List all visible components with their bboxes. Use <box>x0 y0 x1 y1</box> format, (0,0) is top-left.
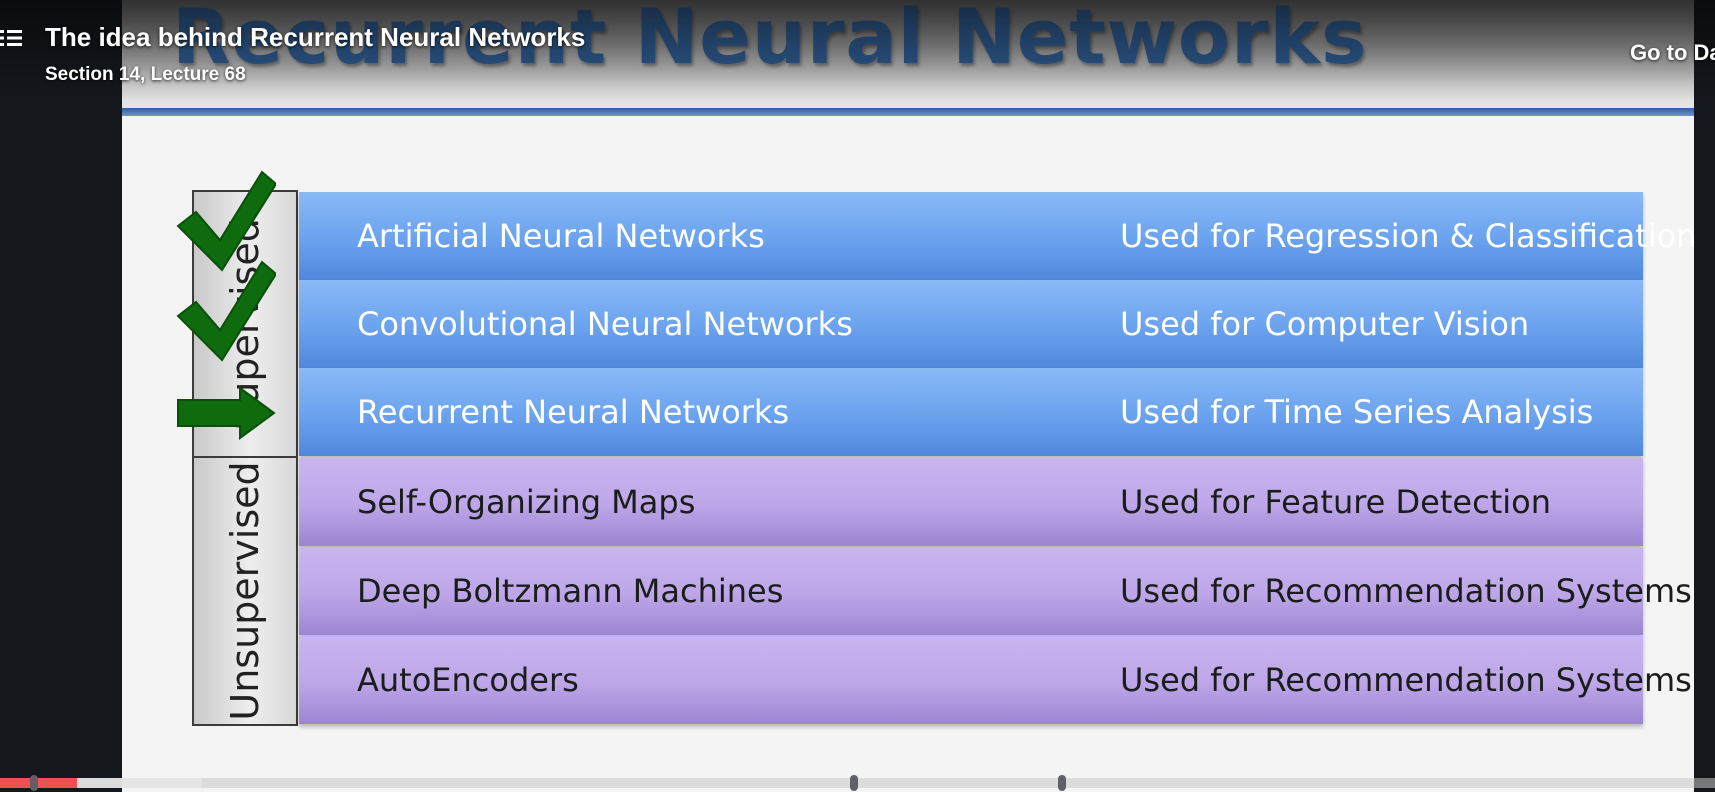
video-player[interactable]: Recurrent Neural Networks Supervised Uns… <box>0 0 1715 792</box>
lecture-slide: Recurrent Neural Networks Supervised Uns… <box>122 0 1694 792</box>
row-network-name: Convolutional Neural Networks <box>357 305 853 343</box>
row-network-use: Used for Regression & Classification <box>1120 217 1694 255</box>
progress-chapter-marker[interactable] <box>850 775 859 791</box>
curriculum-menu-icon[interactable] <box>0 28 22 48</box>
slide-row-ann: Artificial Neural Networks Used for Regr… <box>299 192 1694 280</box>
lecture-title: The idea behind Recurrent Neural Network… <box>45 22 586 52</box>
row-network-name: Self-Organizing Maps <box>357 483 696 521</box>
row-network-use: Used for Recommendation Systems <box>1120 572 1692 610</box>
check-mark-icon <box>176 260 276 362</box>
row-network-use: Used for Time Series Analysis <box>1120 393 1594 431</box>
row-network-name: Artificial Neural Networks <box>357 217 765 255</box>
slide-row-rnn: Recurrent Neural Networks Used for Time … <box>299 368 1643 456</box>
slide-row-dbm: Deep Boltzmann Machines Used for Recomme… <box>299 547 1692 635</box>
row-network-name: Recurrent Neural Networks <box>357 393 790 431</box>
progress-chapter-marker[interactable] <box>1057 775 1066 791</box>
lecture-section-info: Section 14, Lecture 68 <box>45 64 246 85</box>
row-network-use: Used for Computer Vision <box>1120 305 1530 343</box>
slide-row-cnn: Convolutional Neural Networks Used for C… <box>299 280 1643 368</box>
progress-played <box>0 778 78 788</box>
row-network-use: Used for Feature Detection <box>1120 483 1551 521</box>
arrow-right-icon <box>177 386 276 440</box>
slide-row-som: Self-Organizing Maps Used for Feature De… <box>299 458 1643 546</box>
category-unsupervised: Unsupervised <box>192 456 298 726</box>
category-unsupervised-label: Unsupervised <box>223 461 267 721</box>
row-network-use: Used for Recommendation Systems <box>1120 661 1692 699</box>
row-network-name: Deep Boltzmann Machines <box>357 572 784 610</box>
go-to-dashboard-link[interactable]: Go to Da <box>1630 40 1715 66</box>
progress-chapter-marker[interactable] <box>30 775 39 791</box>
row-network-name: AutoEncoders <box>357 661 579 699</box>
slide-row-autoencoders: AutoEncoders Used for Recommendation Sys… <box>299 636 1692 724</box>
slide-header-divider <box>122 108 1694 116</box>
